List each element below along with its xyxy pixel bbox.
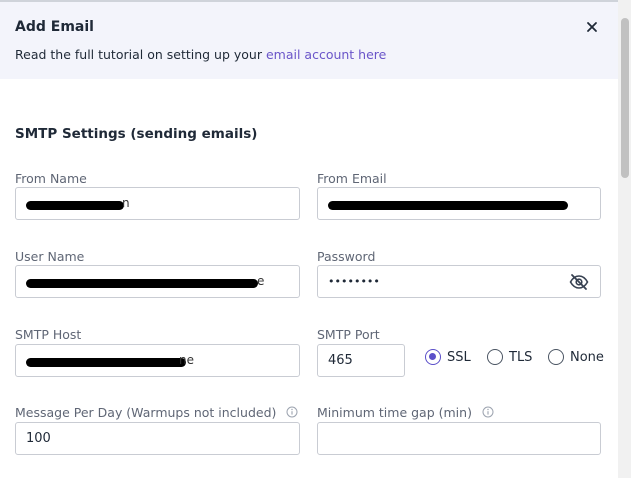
modal-subtitle: Read the full tutorial on setting up you… — [15, 47, 386, 62]
message-per-day-text: Message Per Day (Warmups not included) — [15, 405, 277, 420]
min-time-gap-input[interactable] — [317, 422, 601, 455]
radio-circle — [487, 349, 503, 365]
modal-title: Add Email — [15, 19, 94, 35]
redacted-value — [26, 201, 124, 210]
info-icon[interactable] — [286, 406, 298, 421]
message-per-day-value: 100 — [26, 431, 51, 446]
message-per-day-input[interactable]: 100 — [15, 422, 300, 455]
radio-none[interactable]: None — [548, 349, 604, 365]
smtp-port-value: 465 — [328, 353, 353, 368]
password-value: •••••••• — [328, 275, 380, 288]
user-name-input[interactable]: e — [15, 265, 300, 298]
min-time-gap-text: Minimum time gap (min) — [317, 405, 472, 420]
smtp-port-label: SMTP Port — [317, 327, 380, 342]
subtitle-text: Read the full tutorial on setting up you… — [15, 47, 266, 62]
visible-suffix: n — [122, 196, 130, 210]
radio-ssl[interactable]: SSL — [425, 349, 471, 365]
radio-tls[interactable]: TLS — [487, 349, 532, 365]
from-email-label: From Email — [317, 171, 387, 186]
from-name-label: From Name — [15, 171, 87, 186]
radio-label: None — [570, 349, 604, 365]
section-title: SMTP Settings (sending emails) — [15, 126, 258, 142]
from-name-input[interactable]: n — [15, 187, 300, 220]
eye-off-icon[interactable] — [569, 273, 589, 295]
redacted-value — [328, 201, 568, 210]
modal-header: Add Email Read the full tutorial on sett… — [0, 2, 618, 79]
redacted-value — [26, 358, 186, 367]
smtp-host-label: SMTP Host — [15, 327, 82, 342]
message-per-day-label: Message Per Day (Warmups not included) — [15, 405, 298, 421]
redacted-value — [26, 279, 258, 288]
smtp-host-input[interactable]: ne — [15, 344, 300, 377]
scrollbar-thumb[interactable] — [621, 18, 629, 178]
password-label: Password — [317, 249, 376, 264]
radio-label: TLS — [509, 349, 533, 365]
radio-label: SSL — [447, 349, 471, 365]
min-time-gap-label: Minimum time gap (min) — [317, 405, 494, 421]
radio-circle — [425, 349, 441, 365]
visible-suffix: ne — [179, 353, 194, 367]
password-input[interactable]: •••••••• — [317, 265, 601, 298]
from-email-input[interactable] — [317, 187, 601, 220]
radio-circle — [548, 349, 564, 365]
email-account-link[interactable]: email account here — [266, 47, 386, 62]
smtp-port-input[interactable]: 465 — [317, 344, 405, 377]
user-name-label: User Name — [15, 249, 85, 264]
close-icon[interactable] — [584, 19, 600, 35]
info-icon[interactable] — [482, 406, 494, 421]
visible-suffix: e — [257, 274, 265, 288]
